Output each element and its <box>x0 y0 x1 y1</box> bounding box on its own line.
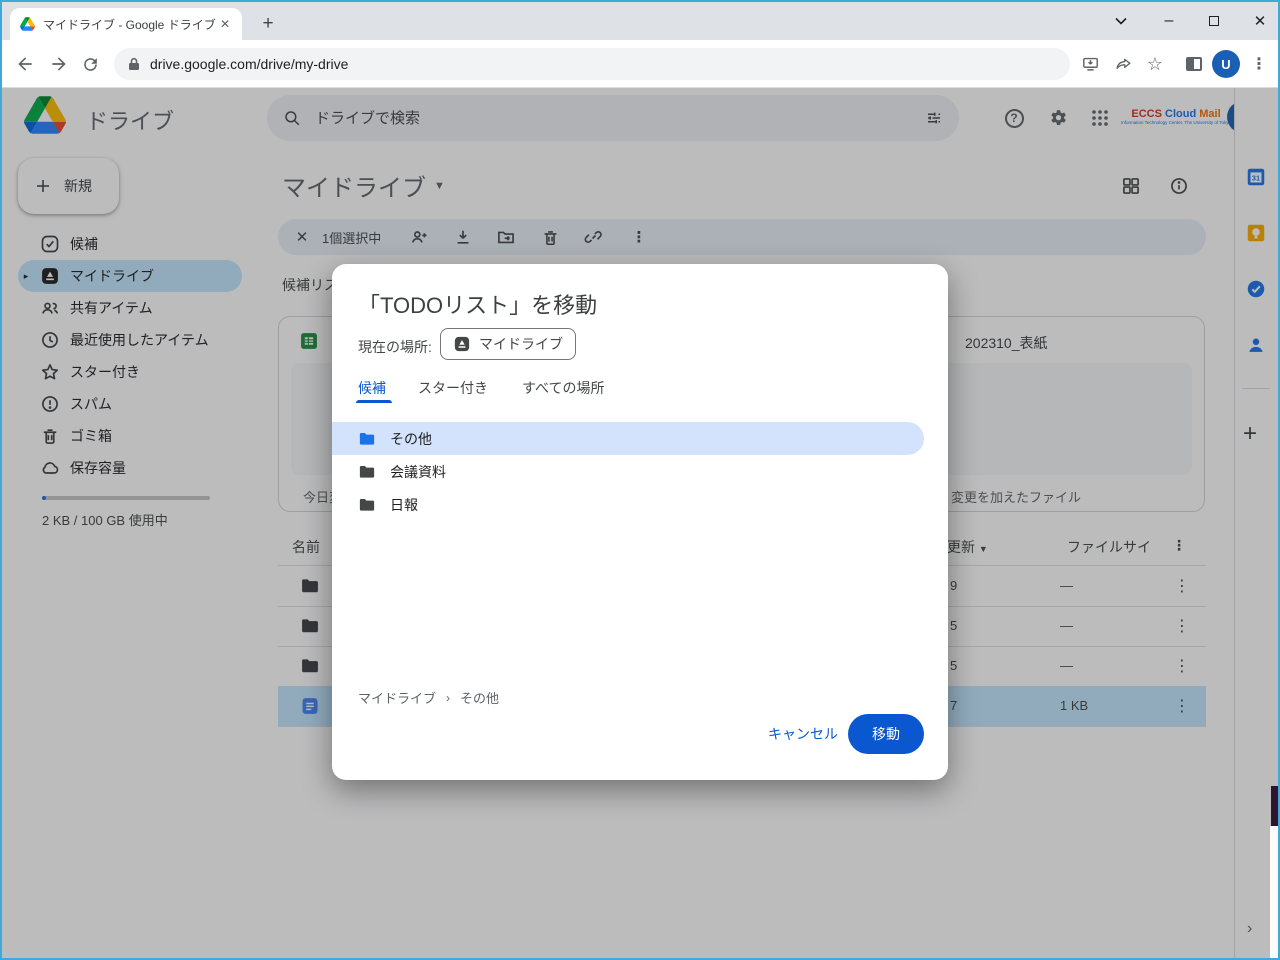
tab-search-chevron-icon[interactable] <box>1106 7 1136 35</box>
folder-icon <box>358 463 376 481</box>
dialog-folder-row[interactable]: 日報 <box>332 488 924 521</box>
dialog-folder-name: 日報 <box>390 495 418 515</box>
current-location-chip-label: マイドライブ <box>479 334 563 354</box>
dialog-folder-name: 会議資料 <box>390 462 446 482</box>
window-close-button[interactable]: ✕ <box>1245 7 1275 35</box>
browser-toolbar: drive.google.com/drive/my-drive ☆ U ⋮ <box>2 40 1278 88</box>
move-dialog: 「TODOリスト」を移動 現在の場所: マイドライブ 候補 スター付き すべての… <box>332 264 948 780</box>
drive-page: ドライブ ? ECCS Cloud Mail Information Techn… <box>2 88 1278 958</box>
browser-window: マイドライブ - Google ドライブ ✕ + – ✕ drive.googl… <box>0 0 1280 960</box>
maximize-button[interactable] <box>1199 7 1229 35</box>
folder-icon <box>358 430 376 448</box>
dialog-tab-all-locations[interactable]: すべての場所 <box>522 378 604 398</box>
address-bar[interactable]: drive.google.com/drive/my-drive <box>114 48 1070 80</box>
breadcrumb-target-folder[interactable]: その他 <box>460 688 499 707</box>
dialog-folder-row-selected[interactable]: その他 <box>332 422 924 455</box>
bookmark-star-icon[interactable]: ☆ <box>1141 50 1169 78</box>
breadcrumb-my-drive[interactable]: マイドライブ <box>358 688 436 707</box>
share-icon[interactable] <box>1109 50 1137 78</box>
browser-menu-kebab-icon[interactable]: ⋮ <box>1245 50 1273 78</box>
install-icon[interactable] <box>1076 50 1104 78</box>
reload-icon[interactable] <box>73 47 107 81</box>
current-location-chip[interactable]: マイドライブ <box>440 328 576 360</box>
browser-avatar[interactable]: U <box>1212 50 1240 78</box>
current-location-label: 現在の場所: <box>358 337 432 357</box>
forward-icon[interactable] <box>42 47 76 81</box>
dialog-tab-starred[interactable]: スター付き <box>418 378 488 398</box>
active-tab-underline <box>356 400 392 403</box>
lock-icon <box>128 57 140 71</box>
dialog-tab-suggested[interactable]: 候補 <box>358 378 386 398</box>
cancel-button[interactable]: キャンセル <box>752 714 854 754</box>
side-panel-icon[interactable] <box>1180 50 1208 78</box>
scrollbar-track <box>1270 826 1278 958</box>
drive-favicon <box>20 17 35 31</box>
dialog-title: 「TODOリスト」を移動 <box>358 288 597 320</box>
tab-title: マイドライブ - Google ドライブ <box>43 16 216 33</box>
back-icon[interactable] <box>8 47 42 81</box>
dialog-folder-row[interactable]: 会議資料 <box>332 455 924 488</box>
url-text: drive.google.com/drive/my-drive <box>150 56 348 72</box>
minimize-button[interactable]: – <box>1154 7 1184 35</box>
tab-close-icon[interactable]: ✕ <box>216 17 234 31</box>
new-tab-button[interactable]: + <box>254 10 282 38</box>
folder-icon <box>358 496 376 514</box>
dialog-breadcrumb: マイドライブ › その他 <box>358 688 499 707</box>
tab-strip: マイドライブ - Google ドライブ ✕ + – ✕ <box>2 2 1278 40</box>
dialog-folder-name: その他 <box>390 429 432 449</box>
scrollbar-thumb[interactable] <box>1271 786 1278 826</box>
my-drive-chip-icon <box>453 335 471 353</box>
move-button[interactable]: 移動 <box>848 714 924 754</box>
breadcrumb-chevron-icon: › <box>446 691 450 705</box>
browser-tab[interactable]: マイドライブ - Google ドライブ ✕ <box>10 8 242 40</box>
